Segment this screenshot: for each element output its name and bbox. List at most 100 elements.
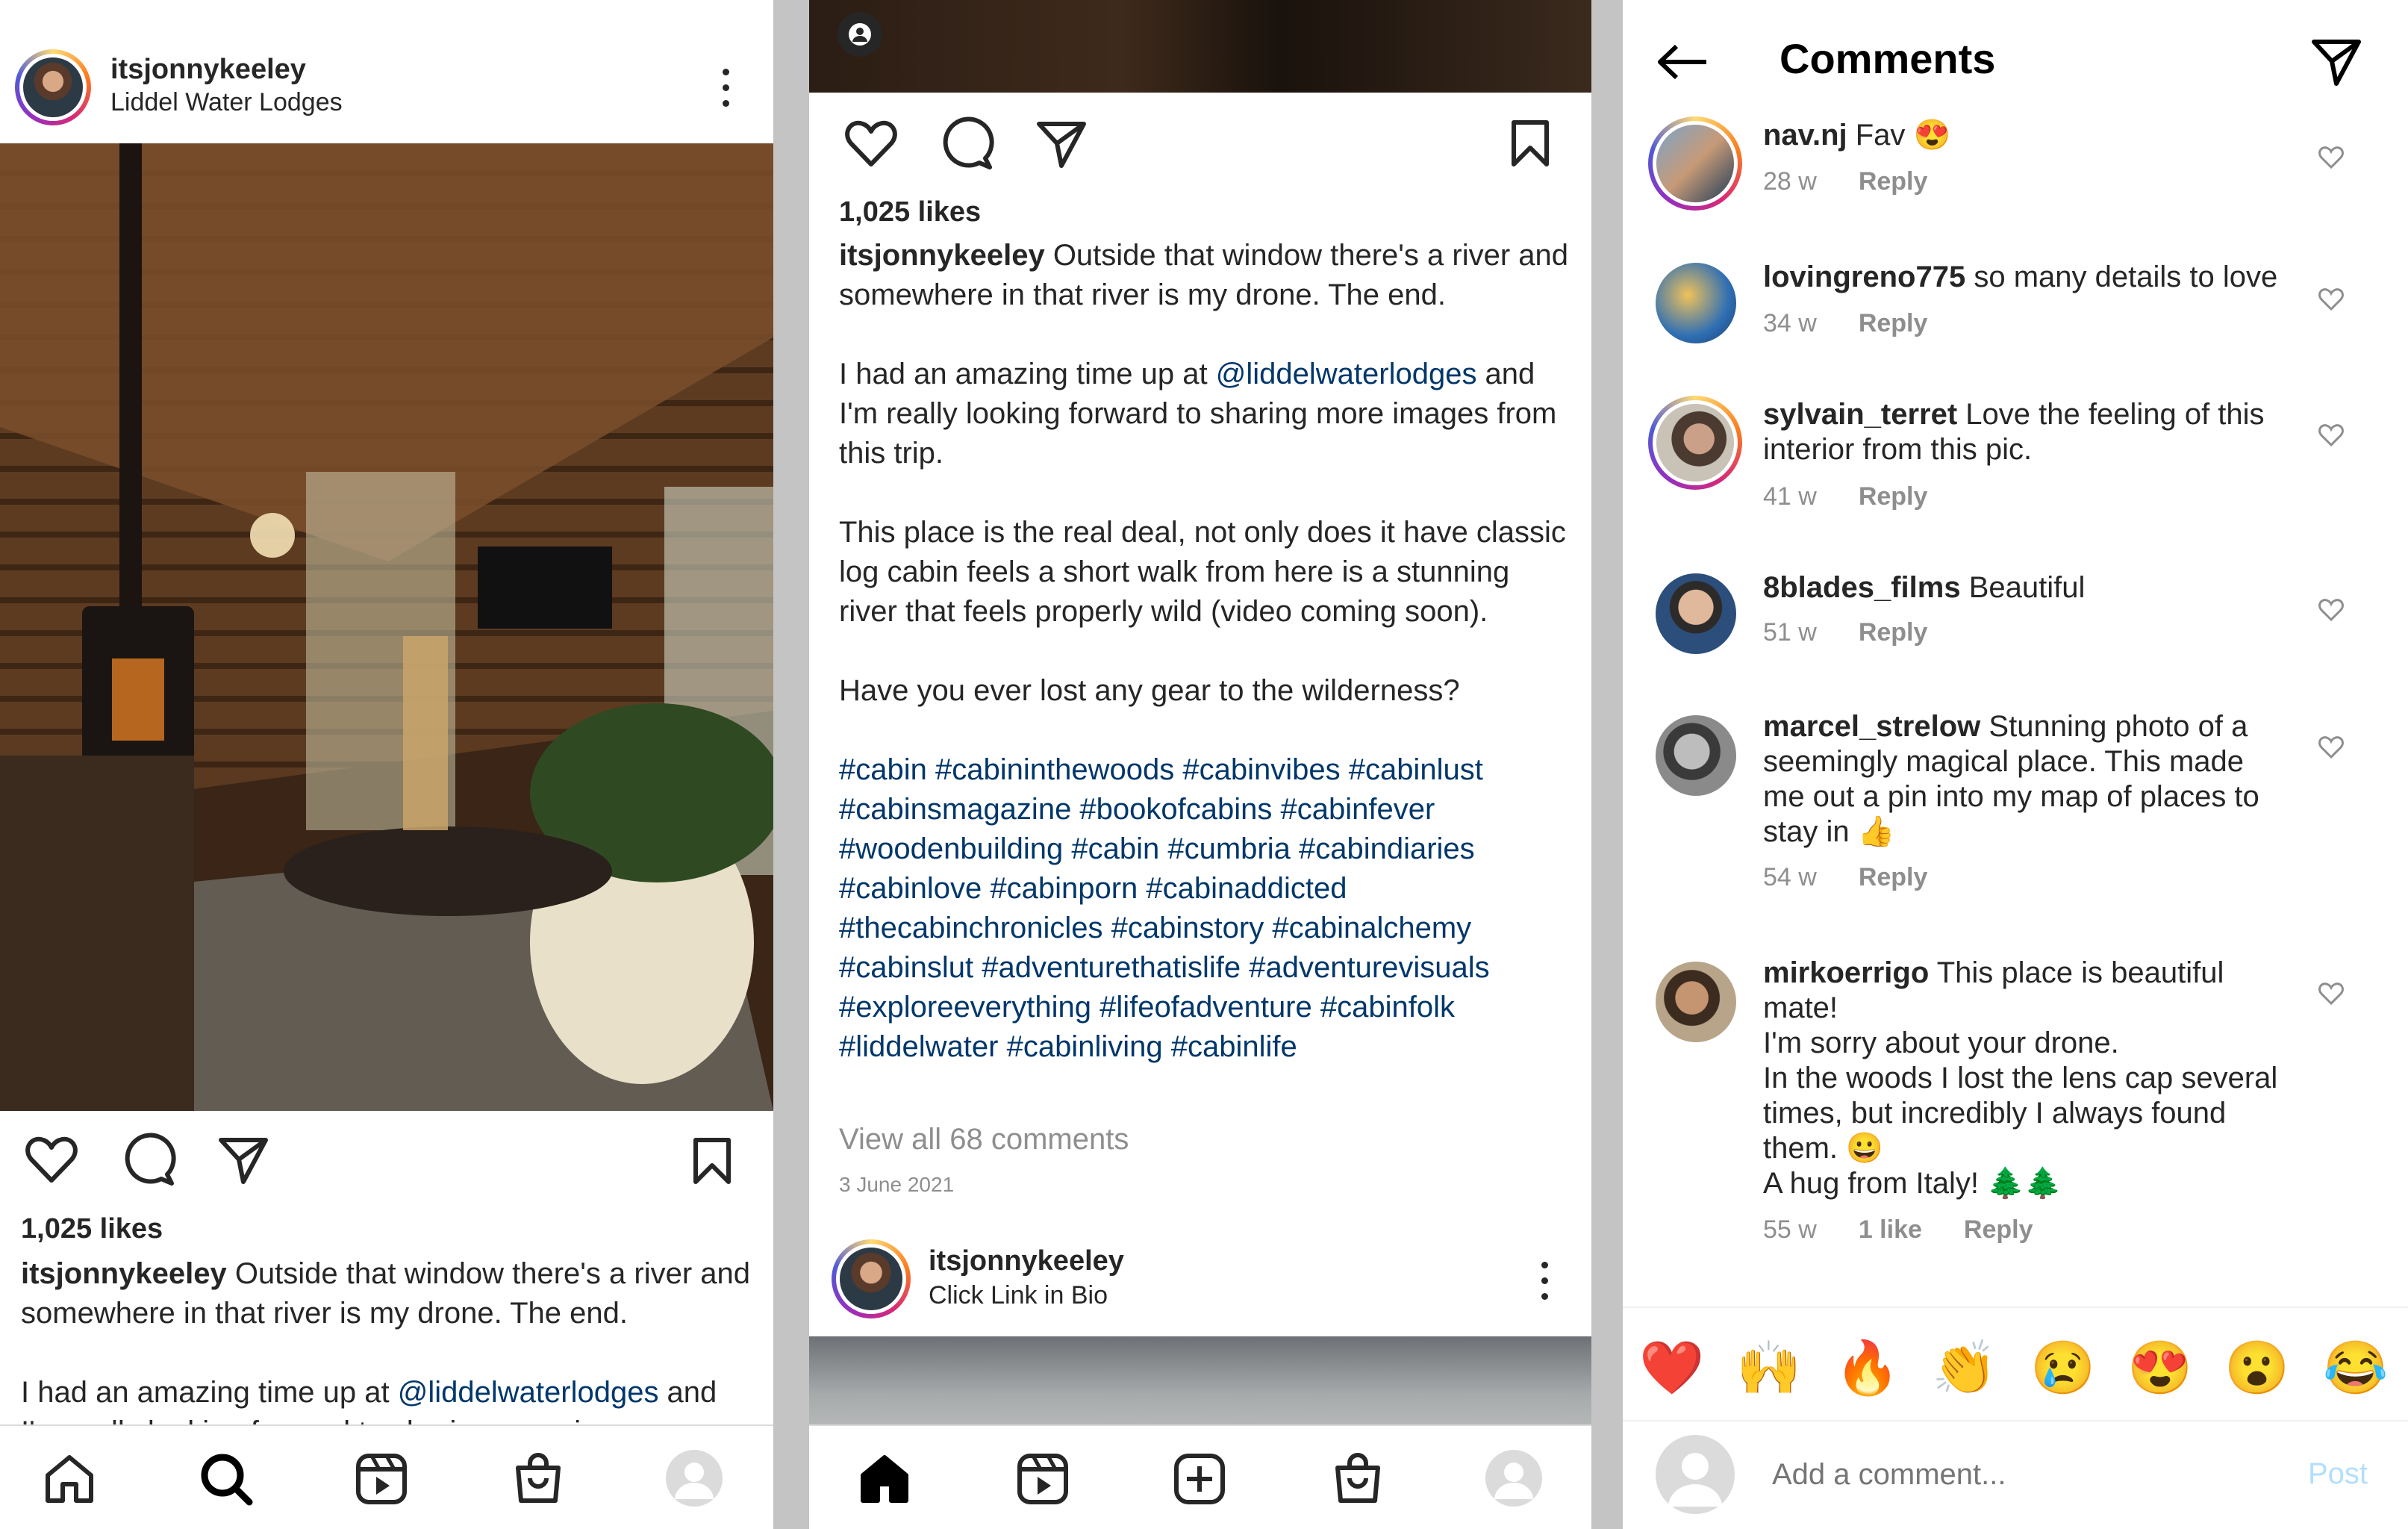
comment-text: marcel_strelow Stunning photo of a seemi… — [1763, 709, 2286, 850]
bookmark-icon[interactable] — [693, 1137, 732, 1185]
post-photo-top[interactable] — [809, 0, 1591, 93]
next-post-avatar[interactable] — [832, 1239, 911, 1318]
shop-icon[interactable] — [1332, 1453, 1384, 1505]
next-post-photo[interactable] — [809, 1336, 1591, 1433]
comment-meta: 34 w Reply — [1763, 309, 1969, 338]
comment-meta: 41 w Reply — [1763, 482, 1969, 511]
comment-text: nav.nj Fav 😍 — [1763, 118, 2286, 153]
commenter-avatar[interactable] — [1656, 715, 1736, 796]
likes-count[interactable]: 1,025 likes — [21, 1209, 163, 1249]
bottom-nav — [0, 1424, 773, 1529]
quick-emoji-bar: ❤️ 🙌 🔥 👏 😢 😍 😮 😂 — [1623, 1307, 2408, 1421]
heart-icon[interactable] — [2318, 736, 2344, 759]
comment-age: 28 w — [1763, 167, 1817, 196]
reply-button[interactable]: Reply — [1859, 863, 1928, 891]
hashtags[interactable]: #cabin #cabininthewoods #cabinvibes #cab… — [839, 753, 1490, 1063]
caption-username[interactable]: itsjonnykeeley — [839, 239, 1045, 272]
shop-icon[interactable] — [512, 1453, 564, 1505]
author-avatar[interactable] — [15, 49, 91, 125]
emoji-laughing[interactable]: 😂 — [2323, 1338, 2388, 1398]
caption-paragraph: Have you ever lost any gear to the wilde… — [839, 674, 1460, 707]
emoji-surprised[interactable]: 😮 — [2224, 1338, 2289, 1398]
mention-link[interactable]: @liddelwaterlodges — [398, 1376, 659, 1409]
own-avatar — [1656, 1435, 1735, 1514]
caption-text: somewhere in that river is my drone. The… — [21, 1297, 628, 1330]
comment-meta: 51 w Reply — [1763, 618, 1969, 647]
post-photo[interactable] — [0, 143, 773, 1111]
comment-like-count[interactable]: 1 like — [1859, 1215, 1922, 1244]
caption-paragraph: I had an amazing time up at — [839, 358, 1216, 390]
emoji-raised-hands[interactable]: 🙌 — [1736, 1338, 1801, 1398]
profile-icon[interactable] — [666, 1450, 723, 1507]
mention-link[interactable]: @liddelwaterlodges — [1216, 358, 1477, 390]
comments-panel: Comments nav.nj Fav 😍 28 w Reply lovingre… — [1623, 0, 2408, 1529]
emoji-heart[interactable]: ❤️ — [1639, 1338, 1704, 1398]
post-panel-middle: 1,025 likes itsjonnykeeley Outside that … — [809, 0, 1591, 1529]
emoji-crying[interactable]: 😢 — [2030, 1338, 2095, 1398]
caption-username[interactable]: itsjonnykeeley — [21, 1257, 227, 1290]
comment-input[interactable] — [1771, 1451, 2251, 1498]
comment-username[interactable]: sylvain_terret — [1763, 398, 1957, 431]
emoji-heart-eyes[interactable]: 😍 — [2127, 1338, 2192, 1398]
comment-username[interactable]: lovingreno775 — [1763, 261, 1965, 293]
reply-button[interactable]: Reply — [1859, 167, 1928, 196]
heart-icon[interactable] — [2318, 424, 2344, 447]
post-caption: itsjonnykeeley Outside that window there… — [839, 236, 1570, 1067]
comment-content: Fav 😍 — [1855, 119, 1951, 152]
create-icon[interactable] — [1173, 1453, 1226, 1505]
more-icon[interactable] — [1540, 1262, 1549, 1309]
next-post-subtitle[interactable]: Click Link in Bio — [929, 1281, 1108, 1310]
post-date: 3 June 2021 — [839, 1173, 955, 1196]
share-icon[interactable] — [2312, 39, 2361, 86]
commenter-avatar[interactable] — [1648, 116, 1742, 211]
share-icon[interactable] — [219, 1137, 268, 1184]
caption-text: Outside that window there's a river and — [234, 1257, 751, 1290]
emoji-fire[interactable]: 🔥 — [1835, 1338, 1900, 1398]
bookmark-icon[interactable] — [1511, 119, 1550, 167]
post-location[interactable]: Liddel Water Lodges — [110, 88, 343, 117]
reply-button[interactable]: Reply — [1859, 618, 1928, 647]
reels-icon[interactable] — [1017, 1453, 1069, 1505]
reply-button[interactable]: Reply — [1859, 482, 1928, 511]
cabin-photo-art — [0, 143, 773, 1111]
next-post-username[interactable]: itsjonnykeeley — [929, 1245, 1124, 1277]
comment-icon[interactable] — [942, 116, 994, 169]
heart-icon[interactable] — [2318, 599, 2344, 622]
post-caption: itsjonnykeeley Outside that window there… — [21, 1254, 760, 1452]
commenter-avatar[interactable] — [1656, 263, 1736, 343]
heart-icon[interactable] — [25, 1136, 78, 1183]
reels-icon[interactable] — [355, 1453, 408, 1505]
comment-username[interactable]: 8blades_films — [1763, 571, 1961, 604]
caption-text: I had an amazing time up at — [21, 1376, 398, 1409]
heart-icon[interactable] — [845, 120, 897, 167]
tagged-people-icon[interactable] — [838, 12, 882, 57]
commenter-avatar[interactable] — [1648, 396, 1742, 490]
comment-username[interactable]: nav.nj — [1763, 119, 1847, 152]
bottom-nav — [809, 1424, 1591, 1529]
commenter-avatar[interactable] — [1656, 573, 1736, 654]
heart-icon[interactable] — [2318, 983, 2344, 1006]
comment-age: 34 w — [1763, 309, 1817, 337]
comment-username[interactable]: marcel_strelow — [1763, 710, 1980, 743]
author-username[interactable]: itsjonnykeeley — [110, 54, 306, 86]
back-icon[interactable] — [1657, 43, 1709, 81]
share-icon[interactable] — [1037, 121, 1086, 168]
home-icon[interactable] — [43, 1453, 96, 1505]
emoji-clap[interactable]: 👏 — [1932, 1338, 1997, 1398]
view-all-comments-link[interactable]: View all 68 comments — [839, 1120, 1129, 1159]
search-icon[interactable] — [200, 1453, 253, 1506]
heart-icon[interactable] — [2318, 146, 2344, 169]
post-button[interactable]: Post — [2308, 1457, 2368, 1491]
comment-username[interactable]: mirkoerrigo — [1763, 956, 1929, 989]
comment-age: 51 w — [1763, 618, 1817, 647]
reply-button[interactable]: Reply — [1964, 1215, 2033, 1244]
more-icon[interactable] — [721, 69, 730, 116]
comment-icon[interactable] — [124, 1133, 176, 1186]
profile-icon[interactable] — [1485, 1450, 1542, 1507]
comment-age: 54 w — [1763, 863, 1817, 891]
commenter-avatar[interactable] — [1656, 962, 1736, 1042]
home-icon[interactable] — [858, 1453, 911, 1505]
likes-count[interactable]: 1,025 likes — [839, 193, 981, 232]
heart-icon[interactable] — [2318, 288, 2344, 311]
reply-button[interactable]: Reply — [1859, 309, 1928, 337]
